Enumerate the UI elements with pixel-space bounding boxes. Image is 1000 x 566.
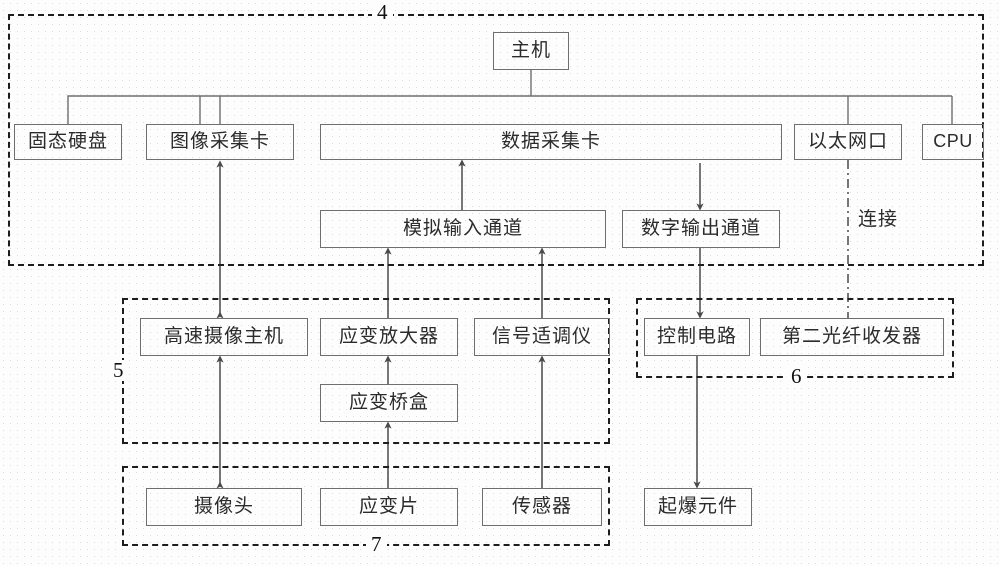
group-label-5: 5	[108, 360, 129, 381]
node-ethernet-port[interactable]: 以太网口	[794, 124, 902, 160]
node-second-fiber-transceiver[interactable]: 第二光纤收发器	[760, 318, 944, 356]
node-signal-conditioner-label: 信号适调仪	[491, 325, 592, 347]
node-strain-bridge-box[interactable]: 应变桥盒	[320, 384, 458, 422]
node-host[interactable]: 主机	[493, 32, 569, 70]
node-analog-input-channel-label: 模拟输入通道	[402, 217, 523, 239]
node-solid-state-drive[interactable]: 固态硬盘	[14, 124, 122, 160]
node-image-acquisition-card-label: 图像采集卡	[169, 130, 270, 152]
node-signal-conditioner[interactable]: 信号适调仪	[474, 318, 610, 356]
node-digital-output-channel[interactable]: 数字输出通道	[622, 210, 780, 248]
diagram-canvas: 4 5 6 7 主机 固态硬盘 图像采集卡 数据采集卡 以太网口 CPU 模拟输…	[0, 0, 1000, 566]
node-data-acquisition-card-label: 数据采集卡	[500, 130, 601, 152]
node-ethernet-port-label: 以太网口	[807, 130, 888, 152]
group-label-7: 7	[366, 534, 387, 555]
node-control-circuit[interactable]: 控制电路	[644, 318, 750, 356]
node-analog-input-channel[interactable]: 模拟输入通道	[320, 210, 606, 248]
node-strain-amplifier[interactable]: 应变放大器	[320, 318, 458, 356]
node-second-fiber-transceiver-label: 第二光纤收发器	[781, 325, 922, 347]
node-camera-head[interactable]: 摄像头	[146, 488, 302, 526]
node-strain-amplifier-label: 应变放大器	[338, 325, 439, 347]
node-control-circuit-label: 控制电路	[656, 325, 737, 347]
node-detonating-element-label: 起爆元件	[657, 495, 738, 517]
node-cpu[interactable]: CPU	[922, 124, 984, 160]
node-strain-gauge-label: 应变片	[358, 495, 419, 517]
node-high-speed-camera-host-label: 高速摄像主机	[163, 325, 284, 347]
node-data-acquisition-card[interactable]: 数据采集卡	[320, 124, 782, 160]
node-sensor[interactable]: 传感器	[482, 488, 602, 526]
node-strain-gauge[interactable]: 应变片	[320, 488, 458, 526]
node-solid-state-drive-label: 固态硬盘	[27, 130, 108, 152]
node-high-speed-camera-host[interactable]: 高速摄像主机	[140, 318, 308, 356]
node-camera-head-label: 摄像头	[193, 495, 254, 517]
node-sensor-label: 传感器	[511, 495, 572, 517]
node-host-label: 主机	[510, 39, 551, 61]
node-strain-bridge-box-label: 应变桥盒	[348, 391, 429, 413]
node-cpu-label: CPU	[933, 131, 973, 151]
node-image-acquisition-card[interactable]: 图像采集卡	[146, 124, 294, 160]
group-label-4: 4	[372, 2, 393, 23]
label-connection: 连接	[858, 209, 899, 230]
group-label-6: 6	[786, 366, 807, 387]
node-digital-output-channel-label: 数字输出通道	[640, 217, 761, 239]
node-detonating-element[interactable]: 起爆元件	[644, 488, 752, 526]
